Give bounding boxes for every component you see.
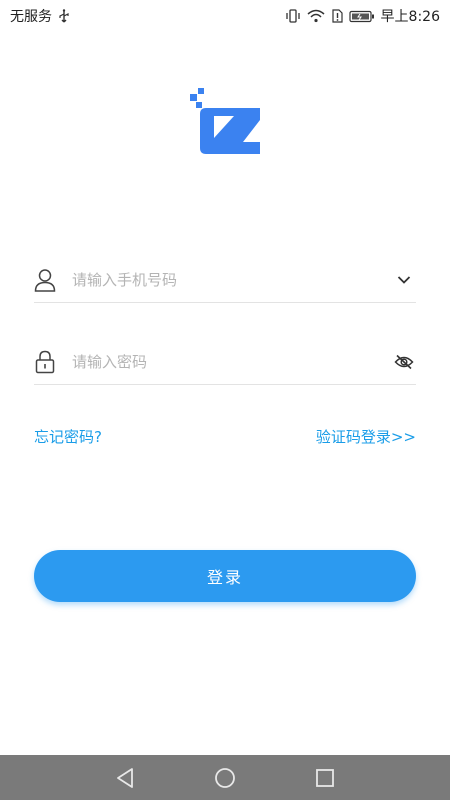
usb-icon bbox=[58, 9, 70, 23]
user-icon bbox=[34, 268, 56, 292]
sms-login-link[interactable]: 验证码登录>> bbox=[316, 426, 416, 447]
password-input[interactable] bbox=[72, 346, 392, 377]
home-icon[interactable] bbox=[210, 763, 240, 793]
vibrate-icon bbox=[285, 9, 301, 23]
back-icon[interactable] bbox=[110, 763, 140, 793]
eye-off-icon[interactable] bbox=[392, 350, 416, 374]
chevron-down-icon[interactable] bbox=[392, 268, 416, 292]
lock-icon bbox=[34, 350, 56, 374]
wifi-icon bbox=[307, 9, 325, 23]
status-bar: 无服务 早上8:26 bbox=[0, 0, 450, 32]
login-screen: 无服务 早上8:26 请输入手机号码 忘记密码? 验证码登录>> 登录 bbox=[0, 0, 450, 800]
login-button[interactable]: 登录 bbox=[34, 550, 416, 602]
clock-text: 早上8:26 bbox=[380, 9, 440, 25]
battery-icon bbox=[348, 10, 375, 23]
phone-input[interactable] bbox=[72, 264, 392, 295]
navigation-bar bbox=[0, 755, 450, 800]
phone-field bbox=[34, 257, 416, 303]
app-logo bbox=[188, 86, 264, 158]
forgot-password-link[interactable]: 忘记密码? bbox=[34, 426, 102, 447]
recents-icon[interactable] bbox=[310, 763, 340, 793]
carrier-text: 无服务 bbox=[10, 9, 52, 25]
sim-alert-icon bbox=[331, 9, 343, 23]
status-left: 无服务 bbox=[10, 6, 70, 26]
password-field bbox=[34, 339, 416, 385]
status-right: 早上8:26 bbox=[285, 6, 440, 26]
